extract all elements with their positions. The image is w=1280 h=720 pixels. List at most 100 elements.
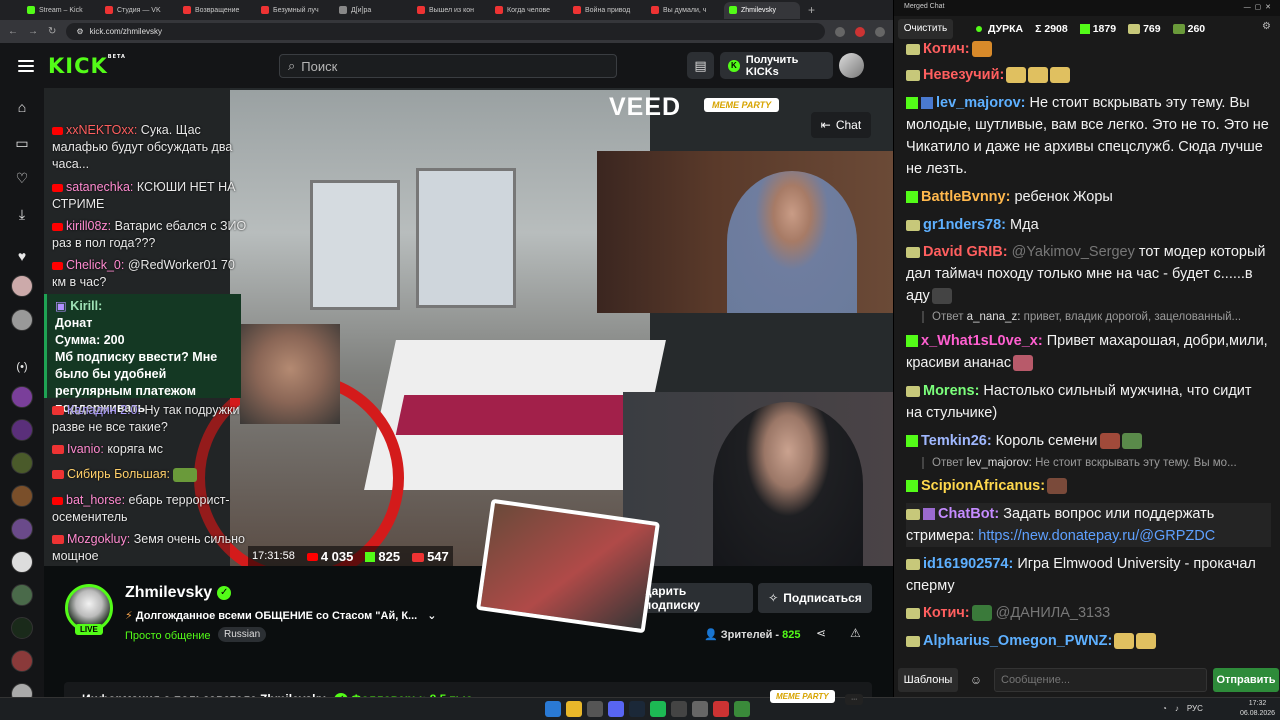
- browse-icon[interactable]: ▤: [687, 52, 714, 79]
- clock[interactable]: 17:32 06.08.2026: [1240, 699, 1275, 719]
- language-indicator[interactable]: РУС: [1187, 704, 1203, 713]
- templates-button[interactable]: Шаблоны: [898, 667, 958, 692]
- emote-icon: [1136, 633, 1157, 650]
- chat-link[interactable]: https://new.donatepay.ru/@GRPZDC: [978, 528, 1215, 544]
- extension-icon[interactable]: [855, 26, 865, 37]
- chat-reply-preview[interactable]: Ответ lev_majorov: Не стоит вскрывать эт…: [922, 457, 1272, 469]
- chat-user: xxNEKTOxx:: [66, 123, 138, 137]
- chat-user[interactable]: Temkin26:: [921, 433, 992, 449]
- system-tray[interactable]: ◔ ♪ РУС: [1162, 704, 1203, 713]
- report-icon[interactable]: ⚠: [850, 626, 861, 640]
- forward-icon[interactable]: →: [28, 26, 38, 37]
- followed-channel-avatar[interactable]: [11, 275, 33, 297]
- channel-avatar[interactable]: [11, 452, 33, 474]
- taskbar-app-icon[interactable]: [734, 701, 750, 717]
- chat-mention[interactable]: @Yakimov_Sergey: [1008, 244, 1135, 260]
- gift-sub-button[interactable]: дарить подписку: [644, 583, 753, 613]
- chat-user[interactable]: Morens:: [923, 383, 979, 399]
- channel-avatar[interactable]: [11, 551, 33, 573]
- taskbar-app-icon[interactable]: [671, 701, 687, 717]
- chat-user[interactable]: lev_majorov:: [936, 95, 1025, 111]
- stream-category[interactable]: Просто общение: [125, 630, 211, 642]
- chat-text: Король семени: [991, 433, 1098, 449]
- chat-user[interactable]: David GRIB:: [923, 244, 1008, 260]
- chat-mention[interactable]: @ДАНИЛА_3133: [992, 605, 1111, 621]
- back-icon[interactable]: ←: [8, 26, 18, 37]
- chrome-icon[interactable]: [566, 701, 582, 717]
- volume-icon[interactable]: ♪: [1175, 704, 1179, 713]
- browser-tab[interactable]: Безумный луч: [256, 2, 332, 19]
- start-icon[interactable]: [545, 701, 561, 717]
- tab-label: Война привод: [585, 6, 631, 14]
- chat-toggle-button[interactable]: ⇤ Chat: [811, 112, 871, 138]
- send-button[interactable]: Отправить: [1213, 667, 1279, 692]
- chat-user[interactable]: Котич:: [923, 605, 970, 621]
- home-icon[interactable]: ⌂: [11, 96, 33, 118]
- video-player[interactable]: VEED MEME PARTY ⇤ Chat xxNEKTOxx: Сука. Щ…: [44, 88, 893, 566]
- steam-icon[interactable]: [629, 701, 645, 717]
- total-viewers: Σ 2908: [1035, 22, 1068, 35]
- chat-user[interactable]: ChatBot:: [938, 506, 999, 522]
- user-avatar[interactable]: [839, 53, 864, 78]
- browser-tab[interactable]: Вышел из кон: [412, 2, 488, 19]
- channel-avatar[interactable]: [11, 617, 33, 639]
- chat-user[interactable]: gr1nders78:: [923, 217, 1006, 233]
- channel-avatar[interactable]: [11, 485, 33, 507]
- message-input[interactable]: [994, 667, 1207, 692]
- language-tag[interactable]: Russian: [218, 627, 267, 642]
- clear-button[interactable]: Очистить: [898, 18, 953, 39]
- chat-user[interactable]: BattleBvnny:: [921, 189, 1010, 205]
- site-info-icon[interactable]: ⚙: [76, 27, 83, 36]
- browser-tab[interactable]: Д[и]ра: [334, 2, 410, 19]
- reload-icon[interactable]: ↻: [48, 26, 56, 37]
- extension-icon[interactable]: [835, 26, 845, 37]
- browser-tab[interactable]: Вы думали, ч: [646, 2, 722, 19]
- browser-tab[interactable]: Когда челове: [490, 2, 566, 19]
- get-kicks-button[interactable]: K Получить KICKs: [720, 52, 833, 79]
- browser-tab[interactable]: Stream – Kick: [22, 2, 98, 19]
- chat-reply-preview[interactable]: Ответ a_nana_z: привет, владик дорогой, …: [922, 311, 1272, 323]
- taskbar-app-icon[interactable]: [713, 701, 729, 717]
- browser-tab[interactable]: Война привод: [568, 2, 644, 19]
- share-icon[interactable]: ⋖: [816, 626, 826, 640]
- online-dot-icon: [976, 25, 982, 32]
- channel-avatar[interactable]: [11, 650, 33, 672]
- channel-avatar[interactable]: [11, 419, 33, 441]
- gear-icon[interactable]: ⚙: [1262, 21, 1271, 32]
- download-icon[interactable]: ⤓: [11, 203, 33, 225]
- taskbar-app-icon[interactable]: [587, 701, 603, 717]
- youtube-icon: [52, 496, 63, 505]
- kick-logo[interactable]: KICKBETA: [48, 54, 126, 78]
- taskbar-app-icon[interactable]: [692, 701, 708, 717]
- browser-tab-active[interactable]: Zhmilevsky: [724, 1, 800, 19]
- chat-user[interactable]: Alpharius_Omegon_PWNZ:: [923, 633, 1112, 649]
- profile-icon[interactable]: [875, 26, 885, 37]
- chat-user[interactable]: ScipionAfricanus:: [921, 478, 1045, 494]
- chat-user[interactable]: x_What1sL0ve_x:: [921, 333, 1043, 349]
- chat-user[interactable]: Котич:: [923, 41, 970, 57]
- chat-message-list[interactable]: Котич: Невезучий: lev_majorov: Не стоит …: [894, 38, 1280, 662]
- window-controls[interactable]: — ▢ ✕: [1244, 3, 1271, 13]
- address-bar[interactable]: ⚙ kick.com/zhmilevsky: [66, 23, 825, 40]
- channel-name[interactable]: Zhmilevsky: [125, 584, 212, 601]
- browser-tab[interactable]: Возвращение: [178, 2, 254, 19]
- channel-avatar[interactable]: [11, 584, 33, 606]
- chevron-down-icon[interactable]: ⌄: [427, 610, 436, 622]
- wifi-icon[interactable]: ◔: [1162, 704, 1167, 713]
- new-tab-icon[interactable]: +: [808, 3, 815, 17]
- followed-channel-avatar[interactable]: [11, 309, 33, 331]
- browse-rail-icon[interactable]: ▭: [11, 132, 33, 154]
- channel-avatar[interactable]: [11, 386, 33, 408]
- following-icon[interactable]: ♡: [11, 167, 33, 189]
- channel-avatar[interactable]: [11, 518, 33, 540]
- chat-user[interactable]: id161902574:: [923, 556, 1013, 572]
- menu-icon[interactable]: [18, 59, 34, 72]
- emoji-icon[interactable]: ☺: [964, 668, 988, 692]
- heart-icon[interactable]: ♥: [11, 245, 33, 267]
- search-input[interactable]: ⌕ Поиск: [279, 54, 617, 78]
- discord-icon[interactable]: [608, 701, 624, 717]
- browser-tab[interactable]: Студия — VK: [100, 2, 176, 19]
- subscribe-button[interactable]: ✧ Подписаться: [758, 583, 872, 613]
- spotify-icon[interactable]: [650, 701, 666, 717]
- chat-user[interactable]: Невезучий:: [923, 67, 1004, 83]
